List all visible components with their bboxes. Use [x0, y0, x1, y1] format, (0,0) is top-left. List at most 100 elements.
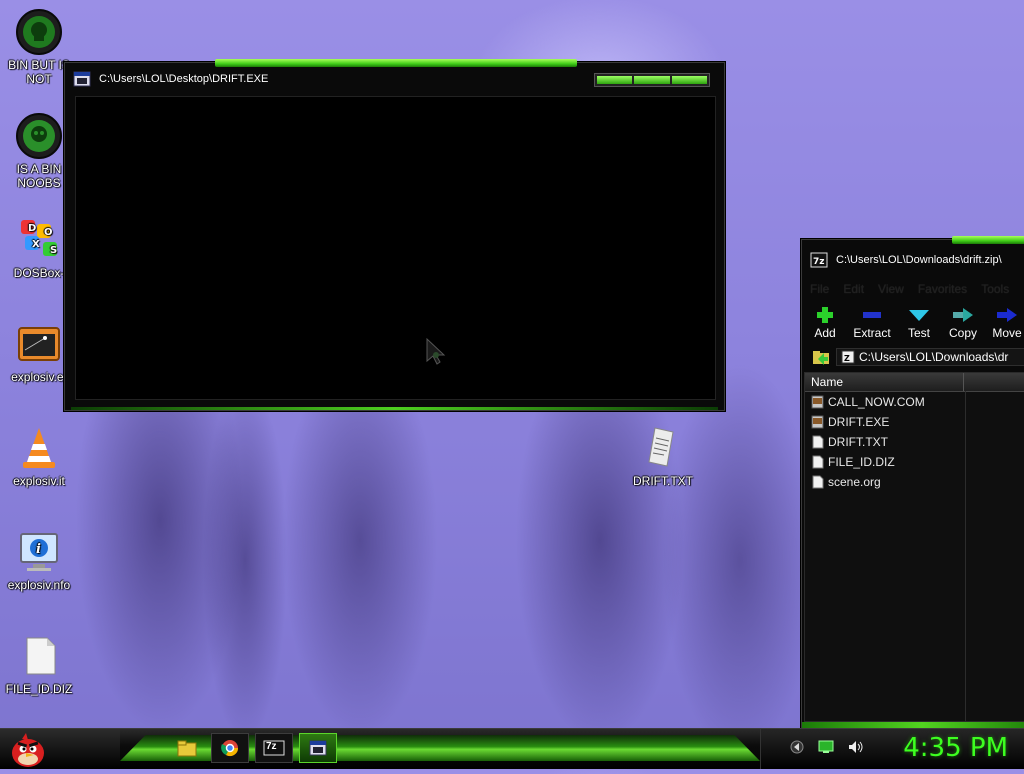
menu-file[interactable]: File [810, 282, 829, 300]
info-monitor-icon: i [15, 528, 63, 576]
extract-label: Extract [853, 326, 891, 340]
7zip-icon: 7z [810, 252, 828, 268]
text-file-icon [811, 475, 824, 489]
test-label: Test [907, 326, 930, 340]
7zip-window[interactable]: 7z C:\Users\LOL\Downloads\drift.zip\ Fil… [801, 236, 1024, 731]
minus-icon [860, 306, 884, 324]
file-name: scene.org [828, 475, 881, 489]
add-label: Add [814, 326, 836, 340]
clock[interactable]: 4:35 PM [903, 733, 1008, 763]
desktop-icon-file-id-diz[interactable]: FILE_ID.DIZ [0, 632, 78, 696]
toolbar: Add Extract Test Copy Move [802, 304, 1024, 340]
bin-skull-icon [15, 112, 63, 160]
menu-favorites[interactable]: Favorites [918, 282, 967, 300]
file-row[interactable]: CALL_NOW.COM [805, 392, 1024, 412]
taskbar: 7z 4:35 PM [0, 728, 1024, 769]
text-file-icon [15, 632, 63, 680]
file-name: DRIFT.TXT [828, 435, 888, 449]
svg-text:Z: Z [844, 354, 850, 363]
svg-text:D: D [28, 223, 36, 234]
plus-icon [813, 306, 837, 324]
back-arrow-icon[interactable] [790, 740, 804, 759]
network-icon[interactable] [818, 740, 834, 759]
dos-window-icon [73, 71, 91, 87]
address-field[interactable]: Z C:\Users\LOL\Downloads\dr [836, 348, 1024, 366]
close-button[interactable] [671, 76, 707, 84]
svg-text:S: S [50, 245, 57, 256]
move-label: Move [992, 326, 1022, 340]
copy-label: Copy [948, 326, 977, 340]
angry-bird-icon [12, 733, 44, 767]
mouse-cursor-icon [426, 337, 446, 365]
folder-icon [177, 740, 197, 757]
desktop-icon-explosiv-it[interactable]: explosiv.it [0, 424, 78, 488]
menu-tools[interactable]: Tools [981, 282, 1009, 300]
chrome-icon [221, 740, 239, 757]
svg-text:O: O [44, 227, 53, 238]
double-arrow-icon [951, 306, 975, 324]
arrow-right-icon [995, 306, 1019, 324]
speaker-icon[interactable] [848, 740, 864, 759]
file-row[interactable]: DRIFT.EXE [805, 412, 1024, 432]
taskbar-7zip-button[interactable]: 7z [255, 733, 293, 763]
taskbar-chrome-button[interactable] [211, 733, 249, 763]
window-title: C:\Users\LOL\Downloads\drift.zip\ [836, 254, 1002, 266]
text-file-icon [811, 435, 824, 449]
file-name: DRIFT.EXE [828, 415, 890, 429]
file-row[interactable]: scene.org [805, 472, 1024, 492]
taskbar-explorer-button[interactable] [168, 733, 206, 763]
console-area[interactable] [75, 96, 716, 400]
extract-button[interactable]: Extract [852, 304, 892, 340]
window-title: C:\Users\LOL\Desktop\DRIFT.EXE [99, 73, 269, 85]
address-row: Z C:\Users\LOL\Downloads\dr [802, 346, 1024, 368]
dos-window-icon [309, 740, 327, 756]
desktop-icon-label: DRIFT.TXT [633, 474, 693, 488]
bin-skull-icon [15, 8, 63, 56]
7zip-icon-label: 7z [266, 741, 277, 752]
file-row[interactable]: DRIFT.TXT [805, 432, 1024, 452]
dosbox-icon: D O X S [15, 216, 63, 264]
test-button[interactable]: Test [902, 304, 936, 340]
column-separator[interactable] [963, 373, 964, 391]
window-titlebar[interactable]: 7z C:\Users\LOL\Downloads\drift.zip\ [802, 240, 1024, 272]
start-button[interactable] [6, 729, 50, 769]
desktop-icon-label: explosiv.nfo [7, 578, 71, 592]
exe-file-icon [811, 415, 824, 429]
copy-button[interactable]: Copy [946, 304, 980, 340]
system-tray [790, 739, 870, 759]
vlc-cone-icon [15, 424, 63, 472]
column-grid-line [965, 391, 966, 721]
desktop-icon-label: FILE_ID.DIZ [5, 682, 73, 696]
check-chevron-icon [907, 306, 931, 324]
window-bottom-glow [71, 407, 718, 410]
file-list[interactable]: Name CALL_NOW.COM DRIFT.EXE DRIFT.TXT FI… [804, 372, 1024, 722]
column-header-label: Name [811, 375, 844, 389]
menu-edit[interactable]: Edit [843, 282, 864, 300]
exe-file-icon [811, 395, 824, 409]
zip-icon: Z [841, 350, 855, 365]
svg-text:X: X [32, 239, 40, 250]
folder-up-icon[interactable] [812, 349, 830, 370]
taskbar-dos-button[interactable] [299, 733, 337, 763]
svg-text:i: i [36, 542, 41, 557]
column-header-name[interactable]: Name [805, 373, 1024, 392]
address-text: C:\Users\LOL\Downloads\dr [859, 350, 1009, 364]
desktop-icon-explosiv-nfo[interactable]: i explosiv.nfo [0, 528, 78, 592]
menu-view[interactable]: View [878, 282, 904, 300]
menu-bar: File Edit View Favorites Tools [802, 282, 1024, 300]
maximize-button[interactable] [634, 76, 670, 84]
file-name: FILE_ID.DIZ [828, 455, 895, 469]
window-controls[interactable] [594, 73, 710, 87]
drift-exe-window[interactable]: C:\Users\LOL\Desktop\DRIFT.EXE [64, 59, 725, 411]
move-button[interactable]: Move [990, 304, 1024, 340]
desktop-icon-drift-txt[interactable]: DRIFT.TXT [624, 424, 702, 488]
desktop-icon-label: explosiv.it [13, 474, 65, 488]
minimize-button[interactable] [597, 76, 633, 84]
file-row[interactable]: FILE_ID.DIZ [805, 452, 1024, 472]
text-file-icon [811, 455, 824, 469]
text-document-icon [639, 424, 687, 472]
svg-text:7z: 7z [813, 257, 825, 267]
exe-app-icon [15, 320, 63, 368]
add-button[interactable]: Add [808, 304, 842, 340]
file-name: CALL_NOW.COM [828, 395, 925, 409]
